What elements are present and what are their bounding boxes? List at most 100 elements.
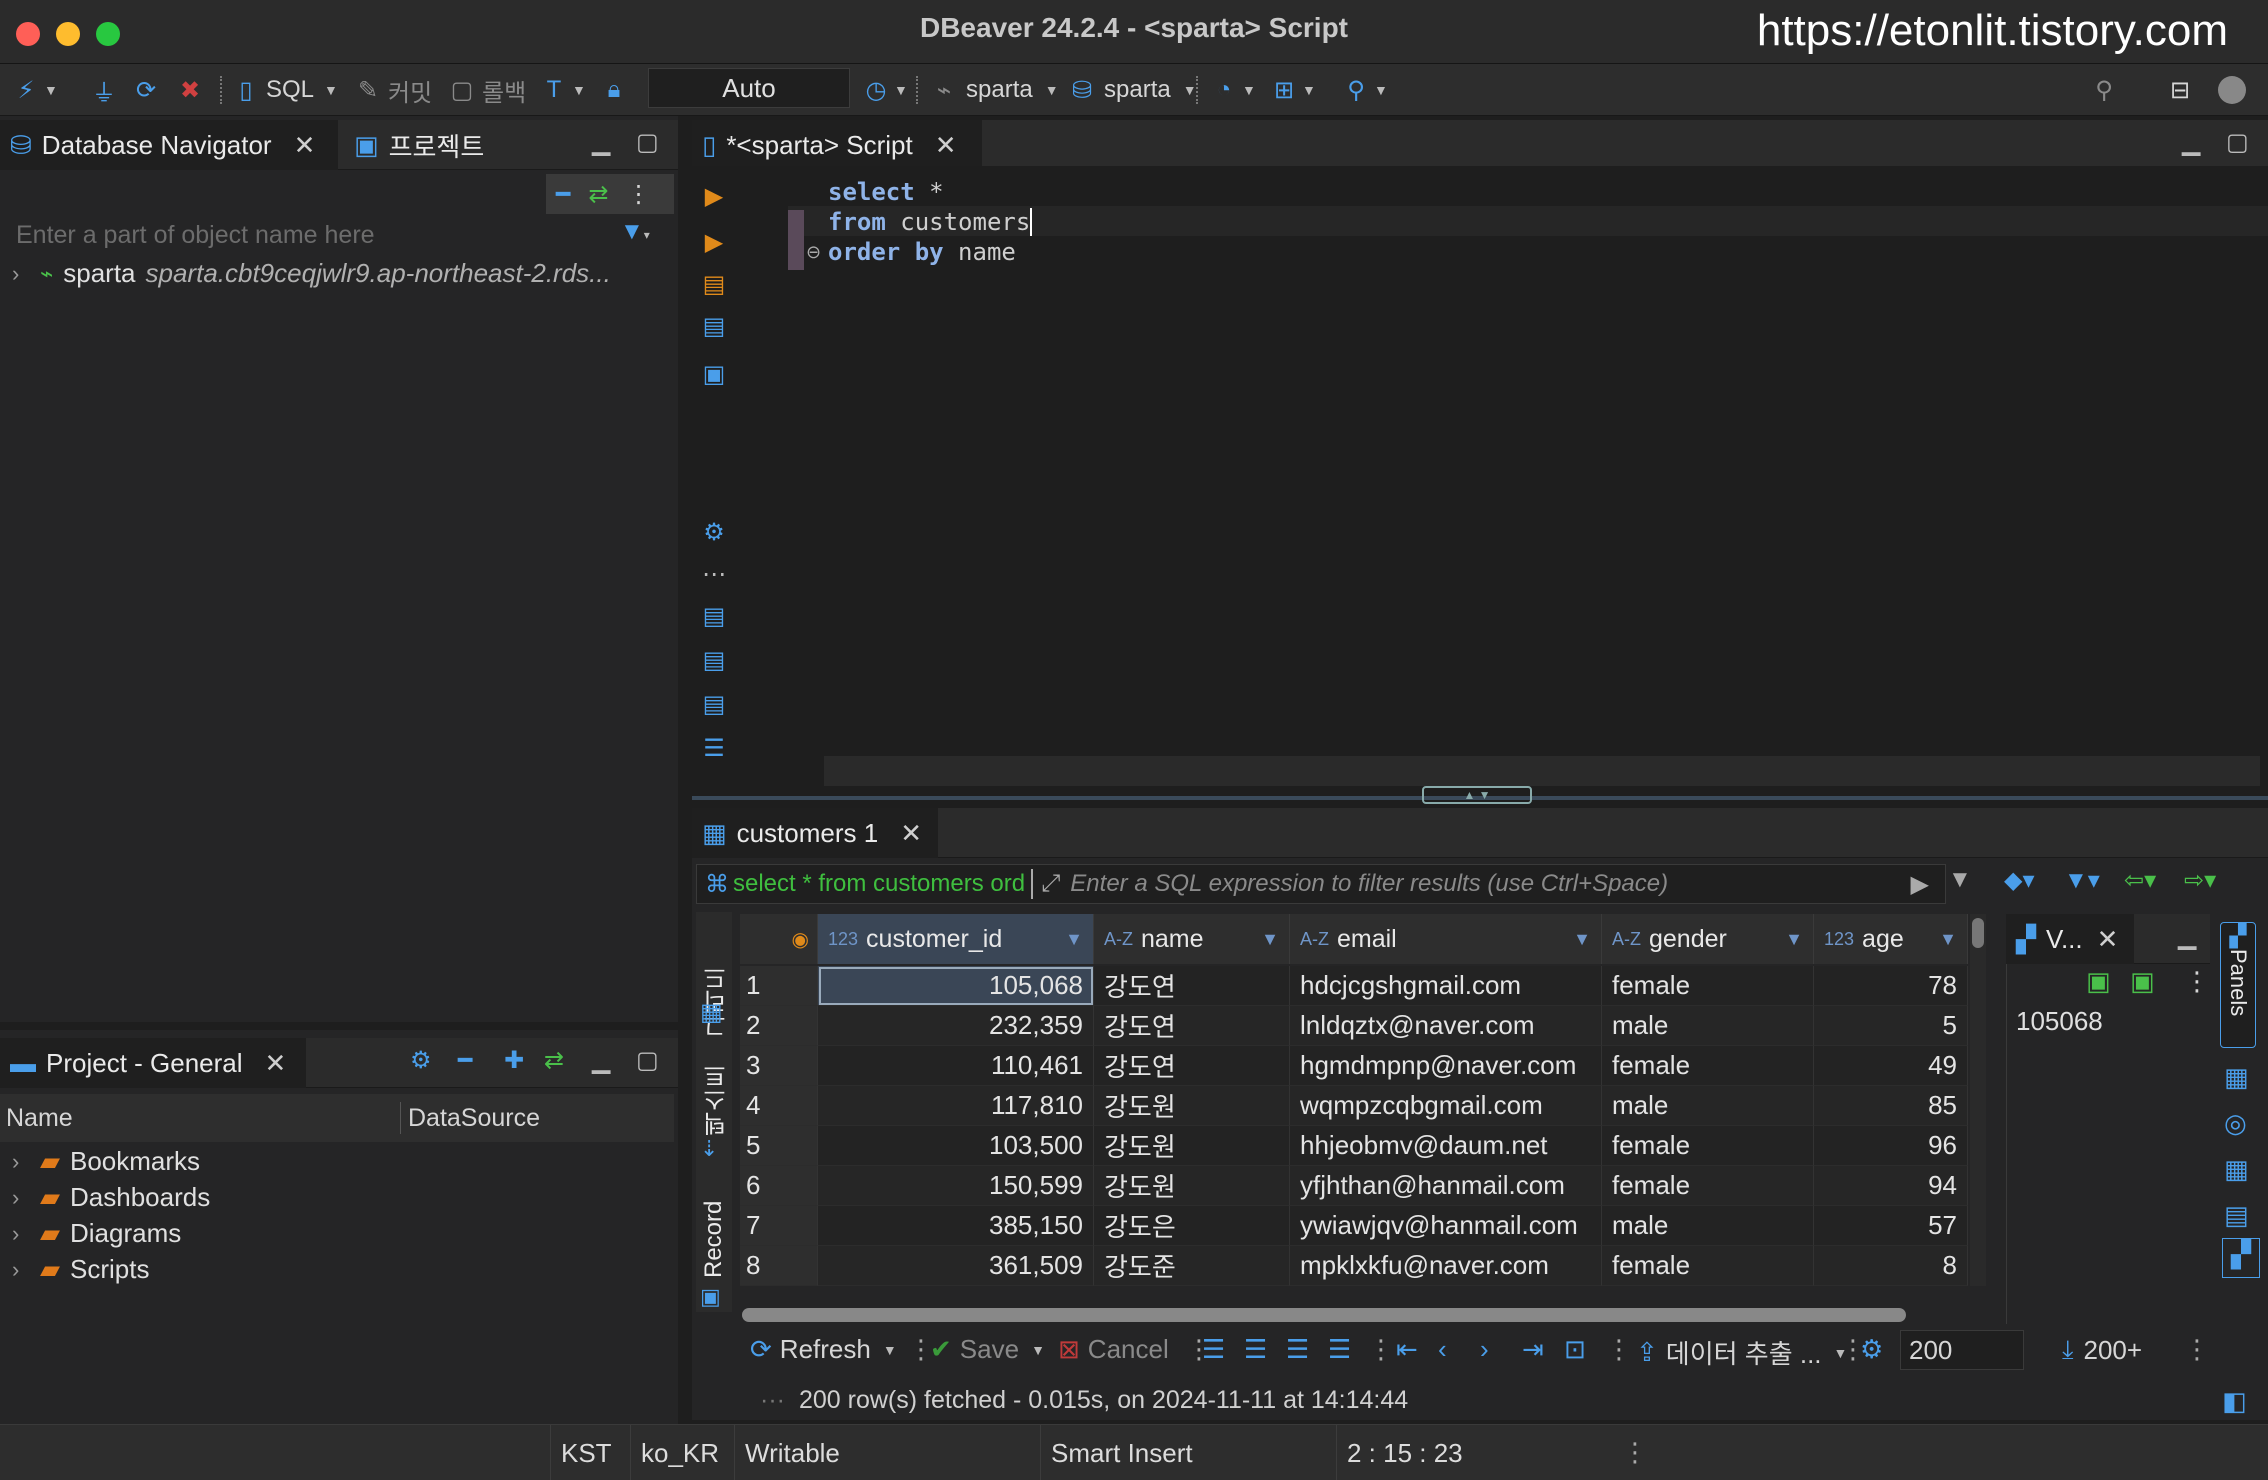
- sort-icon[interactable]: ▼: [1785, 929, 1803, 950]
- cell-name[interactable]: 강도준: [1094, 1246, 1290, 1286]
- panels-toggle-button[interactable]: ▞ Panels: [2220, 922, 2256, 1048]
- eraser-icon[interactable]: ◆▾: [2004, 866, 2035, 895]
- filter-input[interactable]: Enter a SQL expression to filter results…: [1070, 870, 1668, 898]
- outline-icon[interactable]: ☰: [700, 734, 728, 762]
- schema-selector[interactable]: ⛁ sparta ▼: [1068, 64, 1197, 116]
- export-data-button[interactable]: ⇪ 데이터 추출 ... ▼: [1636, 1334, 1847, 1371]
- cell-gender[interactable]: male: [1602, 1206, 1814, 1246]
- last-page-icon[interactable]: ⇥: [1522, 1334, 1544, 1365]
- save-button[interactable]: ✔ Save ▼: [930, 1334, 1045, 1365]
- project-item-diagrams[interactable]: › ▰ Diagrams: [12, 1218, 181, 1249]
- cell-age[interactable]: 94: [1814, 1166, 1968, 1206]
- minimize-icon[interactable]: ▁: [592, 128, 610, 157]
- cell-name[interactable]: 강도원: [1094, 1086, 1290, 1126]
- column-header-email[interactable]: A-Z email ▼: [1290, 914, 1602, 964]
- code-line-2[interactable]: from customers​: [828, 208, 1033, 236]
- table-row[interactable]: 2 232,359 강도연 lnldqztx@naver.com male 5: [740, 1006, 1968, 1046]
- fetch-more-button[interactable]: ⤓ 200+: [2062, 1334, 2142, 1366]
- history-button[interactable]: ◷ ▼: [862, 64, 908, 116]
- refresh-button[interactable]: ⟳ Refresh ▼: [750, 1334, 897, 1365]
- cell-gender[interactable]: male: [1602, 1006, 1814, 1046]
- execute-script-icon[interactable]: ▤: [700, 270, 728, 298]
- table-row[interactable]: 3 110,461 강도연 hgmdmpnp@naver.com female 49: [740, 1046, 1968, 1086]
- cell-email[interactable]: wqmpzcqbgmail.com: [1290, 1086, 1602, 1126]
- chevron-right-icon[interactable]: ›: [12, 1149, 30, 1175]
- variables-icon[interactable]: ▤: [700, 690, 728, 718]
- project-item-bookmarks[interactable]: › ▰ Bookmarks: [12, 1146, 200, 1177]
- project-item-scripts[interactable]: › ▰ Scripts: [12, 1254, 149, 1285]
- cell-email[interactable]: hhjeobmv@daum.net: [1290, 1126, 1602, 1166]
- splitter-toggle-icon[interactable]: ▲ ▼: [1422, 786, 1532, 804]
- grouping-icon[interactable]: ▤: [2224, 1200, 2249, 1231]
- problems-icon[interactable]: ▤: [700, 646, 728, 674]
- cell-gender[interactable]: female: [1602, 1046, 1814, 1086]
- more-options-icon[interactable]: ⋮: [627, 180, 651, 209]
- cell-gender[interactable]: male: [1602, 1086, 1814, 1126]
- table-row[interactable]: 5 103,500 강도원 hhjeobmv@daum.net female 96: [740, 1126, 1968, 1166]
- results-filter-bar[interactable]: ⌘ select * from customers ord ⤢ Enter a …: [696, 864, 1946, 904]
- tab-customers-1[interactable]: ▦ customers 1 ✕: [692, 808, 938, 858]
- cell-age[interactable]: 5: [1814, 1006, 1968, 1046]
- new-connection-button[interactable]: ⚡ ▼: [12, 64, 58, 116]
- collapse-all-icon[interactable]: ━: [556, 180, 570, 209]
- timezone-indicator[interactable]: KST: [550, 1425, 640, 1480]
- column-header-gender[interactable]: A-Z gender ▼: [1602, 914, 1814, 964]
- aggregate-icon[interactable]: ◎: [2224, 1108, 2247, 1139]
- sort-icon[interactable]: ▼: [1065, 929, 1083, 950]
- cell-email[interactable]: hgmdmpnp@naver.com: [1290, 1046, 1602, 1086]
- back-icon[interactable]: ⇦▾: [2124, 866, 2156, 895]
- apply-filter-icon[interactable]: ▶: [1911, 870, 1929, 899]
- settings-icon[interactable]: ⚙: [700, 518, 728, 546]
- row-number[interactable]: 1: [740, 966, 818, 1006]
- global-search-button[interactable]: ⚲: [2090, 64, 2118, 116]
- cell-gender[interactable]: female: [1602, 966, 1814, 1006]
- chevron-right-icon[interactable]: ›: [12, 1257, 30, 1283]
- table-row[interactable]: 8 361,509 강도준 mpklxkfu@naver.com female 8: [740, 1246, 1968, 1286]
- scroll-thumb[interactable]: [1972, 918, 1984, 948]
- erd-button[interactable]: ⊞ ▼: [1270, 64, 1316, 116]
- cell-customer-id[interactable]: 361,509: [818, 1246, 1094, 1286]
- locale-indicator[interactable]: ko_KR: [630, 1425, 740, 1480]
- row-number[interactable]: 4: [740, 1086, 818, 1126]
- tab-text-view[interactable]: 텍스트: [700, 1056, 731, 1136]
- cell-name[interactable]: 강도원: [1094, 1166, 1290, 1206]
- cell-age[interactable]: 8: [1814, 1246, 1968, 1286]
- close-icon[interactable]: ✕: [935, 130, 957, 161]
- tab-database-navigator[interactable]: ⛁ Database Navigator ✕: [0, 120, 338, 170]
- fold-icon[interactable]: ⊖: [806, 242, 821, 263]
- connect-button[interactable]: ⏚: [90, 64, 118, 116]
- search-toolbar-button[interactable]: ⚲ ▼: [1342, 64, 1388, 116]
- tab-value-viewer[interactable]: ▞ V... ✕: [2006, 914, 2134, 964]
- row-number[interactable]: 2: [740, 1006, 818, 1046]
- calendar-icon[interactable]: ▦: [2224, 1154, 2249, 1185]
- code-line-3[interactable]: order by name: [828, 238, 1016, 266]
- row-number[interactable]: 6: [740, 1166, 818, 1206]
- save-value-icon[interactable]: ▣: [2086, 966, 2111, 997]
- minimize-icon[interactable]: ▁: [592, 1046, 610, 1075]
- code-line-1[interactable]: select *: [828, 178, 944, 206]
- text-view-icon[interactable]: ⇣: [700, 1136, 718, 1162]
- grid-view-icon[interactable]: ▦: [700, 998, 723, 1027]
- cell-name[interactable]: 강도연: [1094, 966, 1290, 1006]
- fetch-size-input[interactable]: 200: [1900, 1330, 2024, 1370]
- rollback-button[interactable]: ▢ 롤백: [448, 64, 527, 116]
- table-row[interactable]: 6 150,599 강도원 yfjhthan@hanmail.com female 94: [740, 1166, 1968, 1206]
- cell-name[interactable]: 강도원: [1094, 1126, 1290, 1166]
- table-row[interactable]: 1 105,068 강도연 hdcjcgshgmail.com female 78: [740, 966, 1968, 1006]
- sql-editor-button[interactable]: ▯ SQL ▼: [232, 64, 338, 116]
- explain-plan-icon[interactable]: ▤: [700, 312, 728, 340]
- sort-icon[interactable]: ▼: [1939, 929, 1957, 950]
- navigator-filter-input[interactable]: Enter a part of object name here: [16, 221, 375, 250]
- filter-icon[interactable]: ▼▾: [2064, 866, 2100, 895]
- sort-icon[interactable]: ▼: [1261, 929, 1279, 950]
- cell-name[interactable]: 강도연: [1094, 1046, 1290, 1086]
- fetch-all-icon[interactable]: ⊡: [1564, 1334, 1586, 1365]
- copy-row-icon[interactable]: ☰: [1286, 1334, 1309, 1365]
- forward-icon[interactable]: ⇨▾: [2184, 866, 2216, 895]
- cell-gender[interactable]: female: [1602, 1126, 1814, 1166]
- chevron-right-icon[interactable]: ›: [12, 261, 30, 287]
- row-number[interactable]: 7: [740, 1206, 818, 1246]
- settings-icon[interactable]: ⚙: [410, 1046, 432, 1075]
- close-icon[interactable]: ✕: [900, 818, 922, 849]
- expand-icon[interactable]: ⤢: [1041, 870, 1060, 898]
